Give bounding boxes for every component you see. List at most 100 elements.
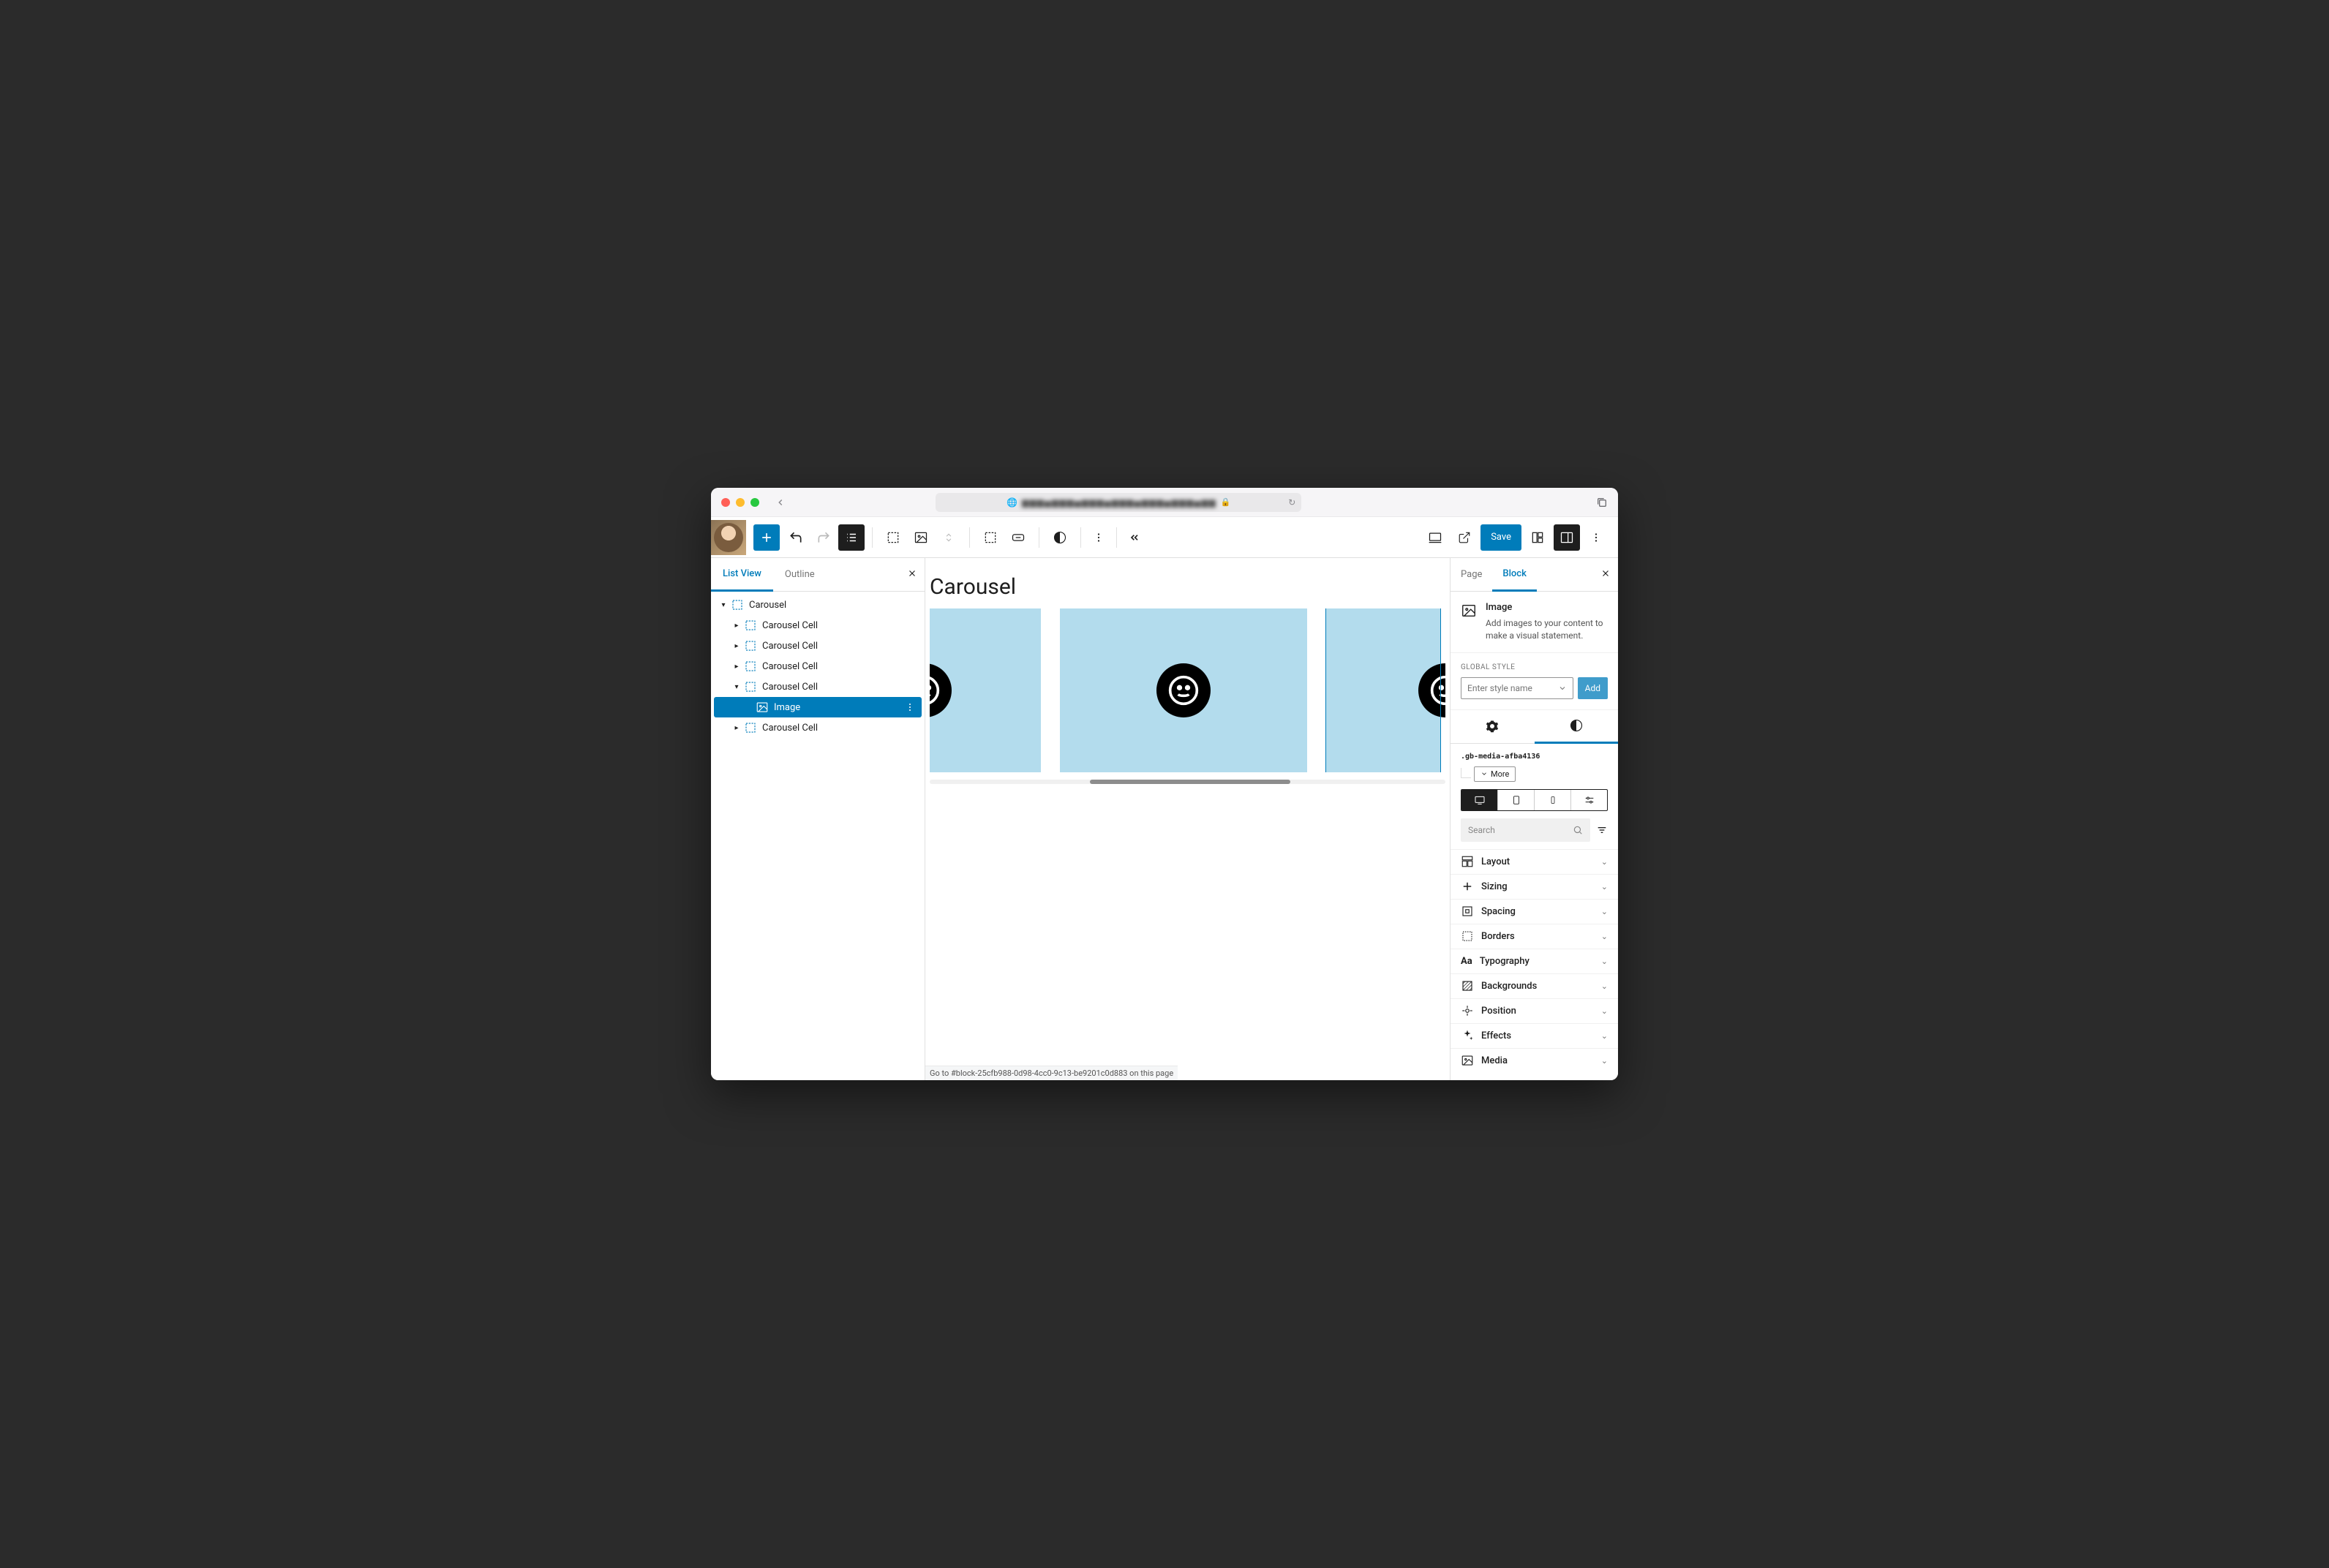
container-icon xyxy=(743,638,758,653)
block-tree: ▾ Carousel ▸ Carousel Cell ▸ Carousel Ce… xyxy=(711,592,925,1080)
tab-list-view[interactable]: List View xyxy=(711,558,773,592)
image-icon xyxy=(755,700,770,715)
block-move-updown[interactable] xyxy=(936,524,962,551)
editor-more-button[interactable] xyxy=(1583,524,1609,551)
tab-settings-gear[interactable] xyxy=(1451,710,1535,743)
tree-item-carousel-cell[interactable]: ▸ Carousel Cell xyxy=(711,717,925,738)
site-identity-icon: 🌐 xyxy=(1007,497,1017,508)
device-settings-button[interactable] xyxy=(1571,790,1607,810)
toolbar-crop-icon[interactable] xyxy=(977,524,1004,551)
undo-button[interactable] xyxy=(783,524,809,551)
chevron-down-icon xyxy=(1558,684,1567,693)
chevron-down-icon[interactable]: ▾ xyxy=(730,683,743,691)
scrollbar-thumb[interactable] xyxy=(1090,780,1291,784)
tab-overview-button[interactable] xyxy=(1596,497,1608,508)
tab-page[interactable]: Page xyxy=(1451,558,1492,591)
toolbar-contrast-icon[interactable] xyxy=(1047,524,1073,551)
more-button[interactable]: More xyxy=(1474,766,1516,782)
tab-outline[interactable]: Outline xyxy=(773,558,827,591)
smiley-icon xyxy=(1418,663,1445,717)
tree-item-carousel-cell[interactable]: ▸ Carousel Cell xyxy=(711,636,925,656)
tree-item-carousel-cell[interactable]: ▸ Carousel Cell xyxy=(711,656,925,676)
chevron-down-icon: ⌄ xyxy=(1601,932,1608,941)
carousel-cell[interactable] xyxy=(1060,608,1307,772)
right-panel-close-button[interactable] xyxy=(1600,568,1611,578)
toolbar-collapse-button[interactable] xyxy=(1121,524,1148,551)
global-style-name-input[interactable]: Enter style name xyxy=(1461,677,1573,699)
accordion-backgrounds[interactable]: Backgrounds ⌄ xyxy=(1451,973,1618,998)
block-image-icon[interactable] xyxy=(908,524,934,551)
add-block-button[interactable] xyxy=(753,524,780,551)
tree-item-carousel-cell[interactable]: ▾ Carousel Cell xyxy=(711,676,925,697)
left-panel-tabs: List View Outline xyxy=(711,558,925,592)
tree-item-image[interactable]: Image xyxy=(714,697,922,717)
block-info-section: Image Add images to your content to make… xyxy=(1451,592,1618,653)
block-title: Image xyxy=(1486,602,1608,613)
accordion-effects[interactable]: Effects ⌄ xyxy=(1451,1023,1618,1048)
chevron-right-icon[interactable]: ▸ xyxy=(730,622,743,630)
browser-back-button[interactable] xyxy=(775,497,786,508)
settings-sidebar-button[interactable] xyxy=(1554,524,1580,551)
more-label: More xyxy=(1491,769,1509,779)
container-icon xyxy=(743,679,758,694)
accordion-typography[interactable]: Aa Typography ⌄ xyxy=(1451,949,1618,973)
carousel-cell-selected[interactable] xyxy=(1326,608,1440,772)
chevron-down-icon: ⌄ xyxy=(1601,957,1608,966)
accordion-layout[interactable]: Layout ⌄ xyxy=(1451,849,1618,874)
save-button[interactable]: Save xyxy=(1480,524,1521,551)
list-view-button[interactable] xyxy=(838,524,865,551)
filter-icon[interactable] xyxy=(1596,824,1608,836)
reload-icon[interactable]: ↻ xyxy=(1288,497,1295,508)
tree-label: Carousel Cell xyxy=(762,620,818,631)
page-title[interactable]: Carousel xyxy=(930,574,1445,600)
accordion-label: Media xyxy=(1481,1055,1508,1066)
site-avatar[interactable] xyxy=(711,520,746,555)
accordion-spacing[interactable]: Spacing ⌄ xyxy=(1451,899,1618,924)
block-container-icon[interactable] xyxy=(880,524,906,551)
accordion-sizing[interactable]: Sizing ⌄ xyxy=(1451,874,1618,899)
carousel-scrollbar[interactable] xyxy=(930,780,1445,784)
url-bar[interactable]: 🌐 ▆▆▆▅▆▆▆▅▆▆▆▅▆▆▆▅▆▆▆▅▆▆▆▅▆▆ 🔒 ↻ xyxy=(936,493,1301,512)
view-external-button[interactable] xyxy=(1451,524,1478,551)
view-desktop-button[interactable] xyxy=(1422,524,1448,551)
style-search-row: Search xyxy=(1451,818,1618,849)
device-preview-row xyxy=(1461,789,1608,811)
maximize-window-button[interactable] xyxy=(750,498,759,507)
left-panel-close-button[interactable] xyxy=(907,568,917,578)
tree-label: Carousel Cell xyxy=(762,641,818,652)
container-icon xyxy=(743,618,758,633)
chevron-right-icon[interactable]: ▸ xyxy=(730,663,743,671)
device-tablet-button[interactable] xyxy=(1498,790,1535,810)
redo-button[interactable] xyxy=(810,524,837,551)
carousel-block[interactable] xyxy=(930,608,1445,772)
patterns-button[interactable] xyxy=(1524,524,1551,551)
style-tabs xyxy=(1451,710,1618,744)
chevron-right-icon[interactable]: ▸ xyxy=(730,642,743,650)
accordion-label: Backgrounds xyxy=(1481,981,1537,992)
toolbar-more-button[interactable] xyxy=(1086,524,1112,551)
accordion-media[interactable]: Media ⌄ xyxy=(1451,1048,1618,1073)
minimize-window-button[interactable] xyxy=(736,498,745,507)
traffic-lights xyxy=(721,498,759,507)
tree-item-carousel[interactable]: ▾ Carousel xyxy=(711,595,925,615)
save-button-label: Save xyxy=(1491,532,1511,543)
tree-item-carousel-cell[interactable]: ▸ Carousel Cell xyxy=(711,615,925,636)
editor-toolbar: Save xyxy=(711,517,1618,558)
toolbar-link-icon[interactable] xyxy=(1005,524,1031,551)
chevron-down-icon[interactable]: ▾ xyxy=(717,601,730,609)
style-search-input[interactable]: Search xyxy=(1461,818,1590,842)
tree-label: Carousel xyxy=(749,600,786,611)
tab-block[interactable]: Block xyxy=(1492,558,1536,592)
device-desktop-button[interactable] xyxy=(1461,790,1498,810)
chevron-down-icon: ⌄ xyxy=(1601,857,1608,867)
close-window-button[interactable] xyxy=(721,498,730,507)
tab-styles-contrast[interactable] xyxy=(1535,710,1619,744)
tree-item-options-button[interactable] xyxy=(904,701,916,713)
carousel-cell[interactable] xyxy=(930,608,1041,772)
chevron-right-icon[interactable]: ▸ xyxy=(730,724,743,732)
accordion-position[interactable]: Position ⌄ xyxy=(1451,998,1618,1023)
accordion-borders[interactable]: Borders ⌄ xyxy=(1451,924,1618,949)
device-mobile-button[interactable] xyxy=(1535,790,1571,810)
editor-canvas[interactable]: Carousel xyxy=(925,558,1450,1080)
global-style-add-button[interactable]: Add xyxy=(1578,677,1608,699)
